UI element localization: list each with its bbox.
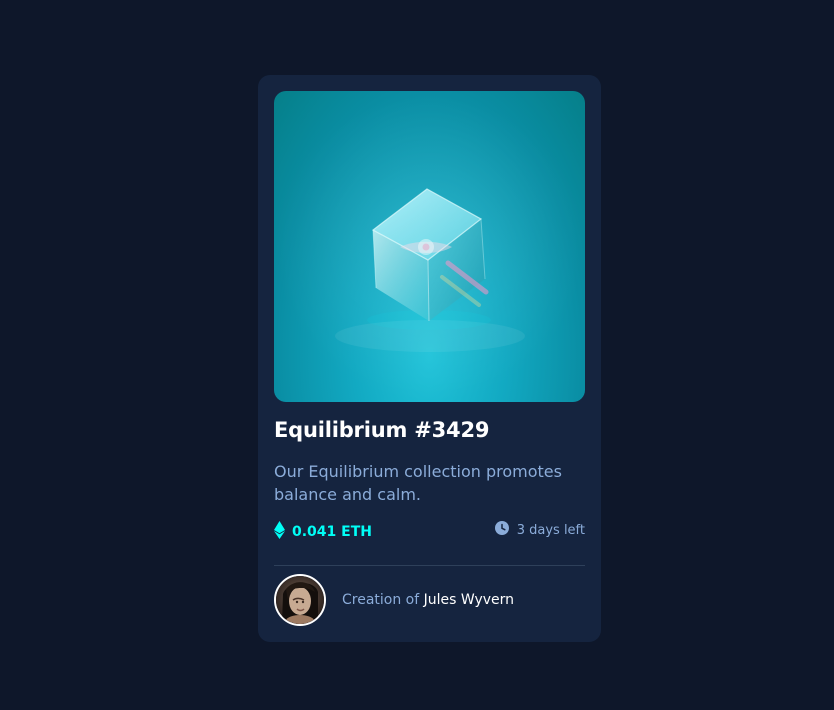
divider [274,565,585,566]
nft-image[interactable] [274,91,585,402]
price-group: 0.041 ETH [274,521,372,543]
time-group: 3 days left [494,521,585,539]
nft-description: Our Equilibrium collection promotes bala… [274,462,562,504]
nft-card: Equilibrium #3429 Our Equilibrium collec… [258,75,601,642]
creator-text: Creation of Jules Wyvern [342,592,514,608]
clock-icon [494,521,509,539]
creator-row: Creation of Jules Wyvern [274,574,514,626]
time-left: 3 days left [516,522,585,538]
creator-prefix: Creation of [342,592,424,608]
avatar [274,574,326,626]
nft-title[interactable]: Equilibrium #3429 [274,418,489,442]
nft-meta: 0.041 ETH 3 days left [274,521,585,541]
creator-name-link[interactable]: Jules Wyvern [424,592,514,608]
ethereum-icon [274,521,285,543]
price-value: 0.041 ETH [292,524,372,540]
